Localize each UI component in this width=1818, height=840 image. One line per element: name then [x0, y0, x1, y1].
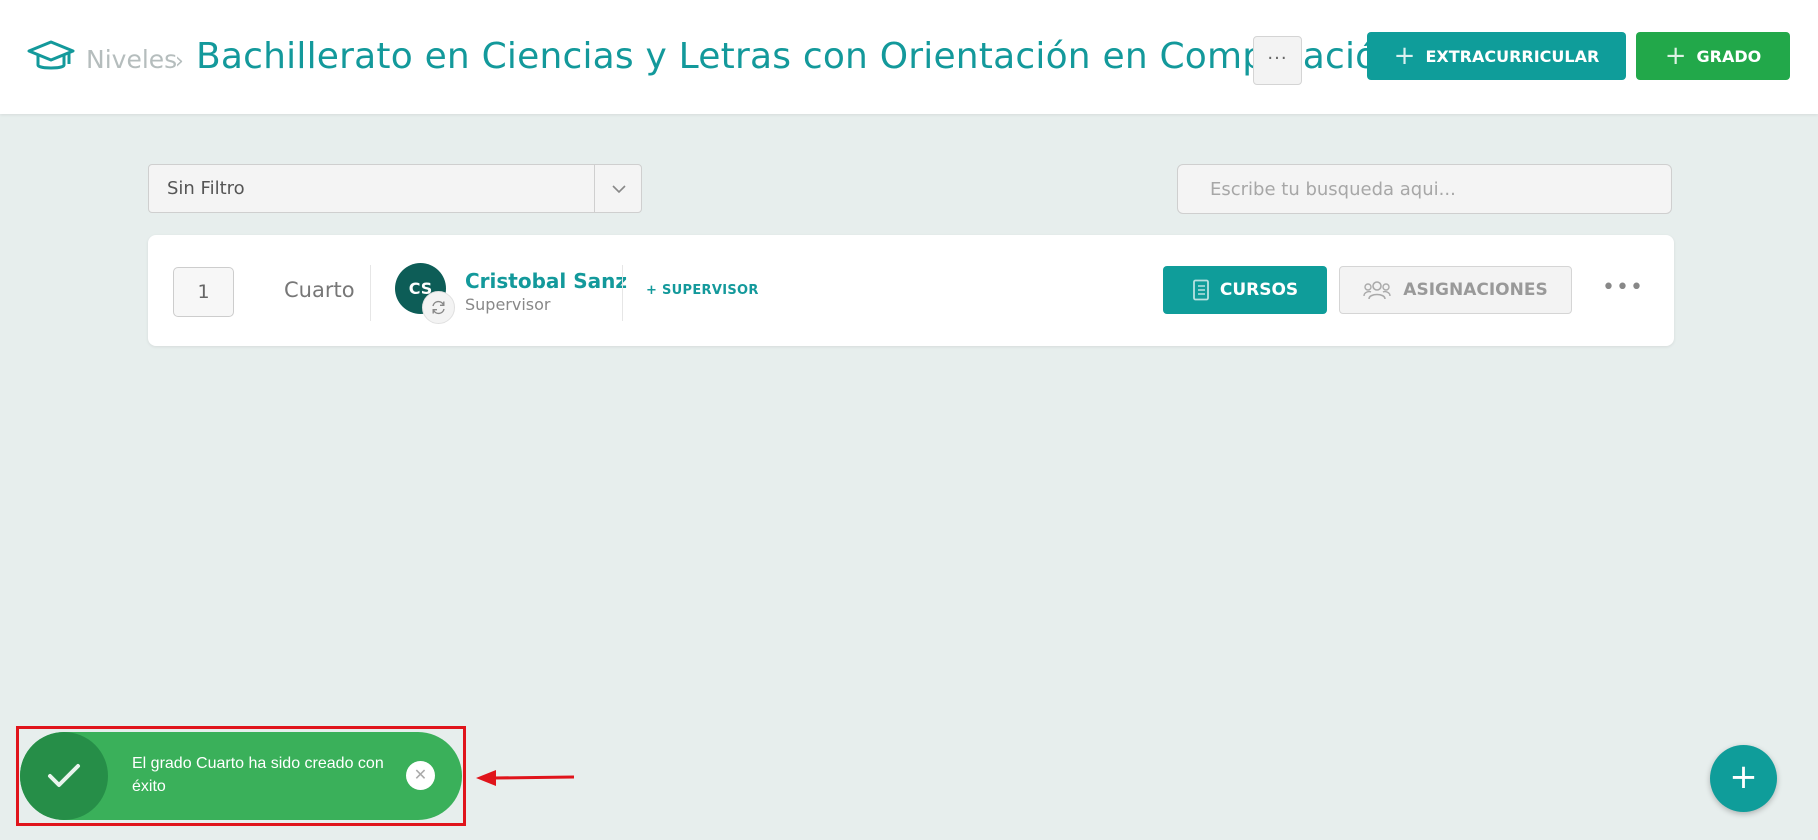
fab-add-button[interactable]: + — [1710, 745, 1777, 812]
success-toast: El grado Cuarto ha sido creado con éxito… — [20, 732, 462, 820]
toast-message: El grado Cuarto ha sido creado con éxito — [132, 755, 384, 795]
search-input[interactable] — [1177, 164, 1672, 214]
breadcrumb-niveles[interactable]: Niveles — [86, 45, 177, 74]
toast-check-circle — [20, 732, 108, 820]
filter-select[interactable]: Sin Filtro — [148, 164, 642, 213]
grade-name: Cuarto — [284, 278, 355, 302]
chevron-down-icon[interactable] — [611, 181, 627, 197]
plus-icon: + — [1664, 41, 1687, 71]
sync-icon — [432, 300, 445, 315]
page-header: Niveles › Bachillerato en Ciencias y Let… — [0, 0, 1818, 114]
book-icon — [1192, 279, 1209, 301]
add-grado-button[interactable]: + GRADO — [1636, 32, 1790, 80]
filter-select-divider — [594, 165, 595, 212]
grade-order-field[interactable]: 1 — [173, 267, 234, 317]
add-supervisor-button[interactable]: + SUPERVISOR — [646, 283, 759, 298]
page-title: Bachillerato en Ciencias y Letras con Or… — [196, 36, 1401, 77]
row-divider — [370, 265, 371, 321]
add-extracurricular-button[interactable]: + EXTRACURRICULAR — [1367, 32, 1626, 80]
plus-icon: + — [1393, 41, 1416, 71]
supervisor-role: Supervisor — [465, 295, 551, 314]
row-more-button[interactable]: ••• — [1602, 275, 1643, 305]
add-extracurricular-label: EXTRACURRICULAR — [1425, 46, 1600, 66]
title-more-button[interactable]: ··· — [1253, 36, 1302, 85]
add-grado-label: GRADO — [1696, 46, 1762, 66]
annotation-arrow-icon — [476, 770, 575, 786]
grade-row: 1 Cuarto CS Cristobal Sanz Supervisor + … — [148, 235, 1674, 346]
filter-select-value: Sin Filtro — [167, 178, 245, 199]
users-icon — [1363, 281, 1391, 300]
cursos-button[interactable]: CURSOS — [1163, 266, 1327, 314]
asignaciones-button[interactable]: ASIGNACIONES — [1339, 266, 1572, 314]
cursos-label: CURSOS — [1219, 280, 1299, 300]
toast-close-button[interactable]: ✕ — [406, 761, 435, 790]
graduation-cap-icon — [27, 40, 75, 70]
row-divider — [622, 265, 623, 321]
supervisor-name[interactable]: Cristobal Sanz — [465, 269, 627, 293]
breadcrumb-separator: › — [175, 49, 184, 74]
check-icon — [48, 764, 80, 787]
asignaciones-label: ASIGNACIONES — [1403, 280, 1548, 300]
change-supervisor-button[interactable] — [422, 291, 455, 324]
